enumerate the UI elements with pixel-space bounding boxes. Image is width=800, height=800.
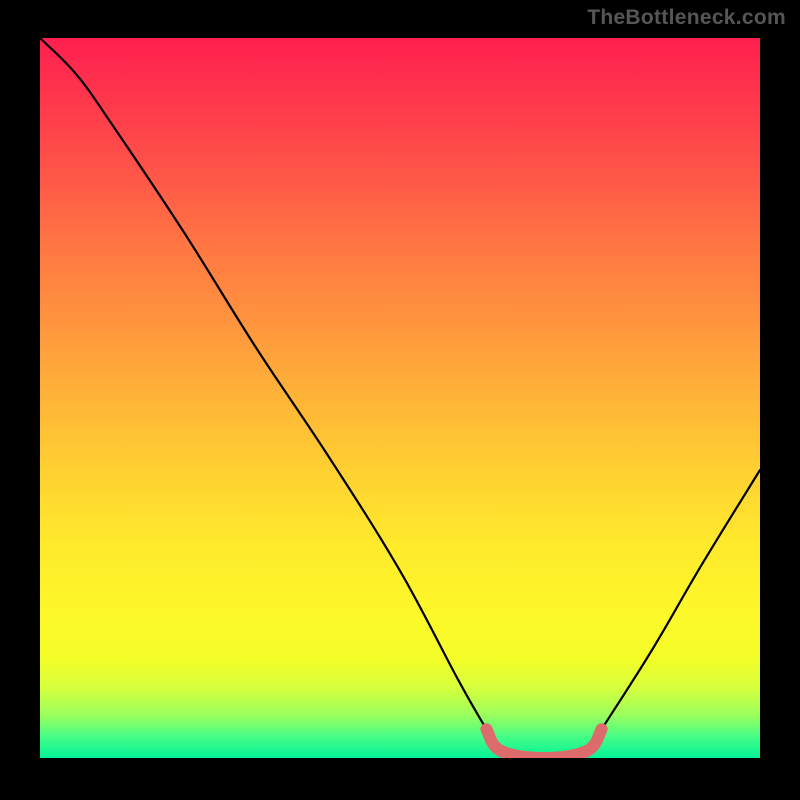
plot-area (40, 38, 760, 758)
chart-container: TheBottleneck.com (0, 0, 800, 800)
watermark-text: TheBottleneck.com (587, 6, 786, 30)
optimal-range-highlight (486, 729, 601, 758)
bottleneck-curve-svg (40, 38, 760, 758)
bottleneck-curve-line (40, 38, 760, 758)
